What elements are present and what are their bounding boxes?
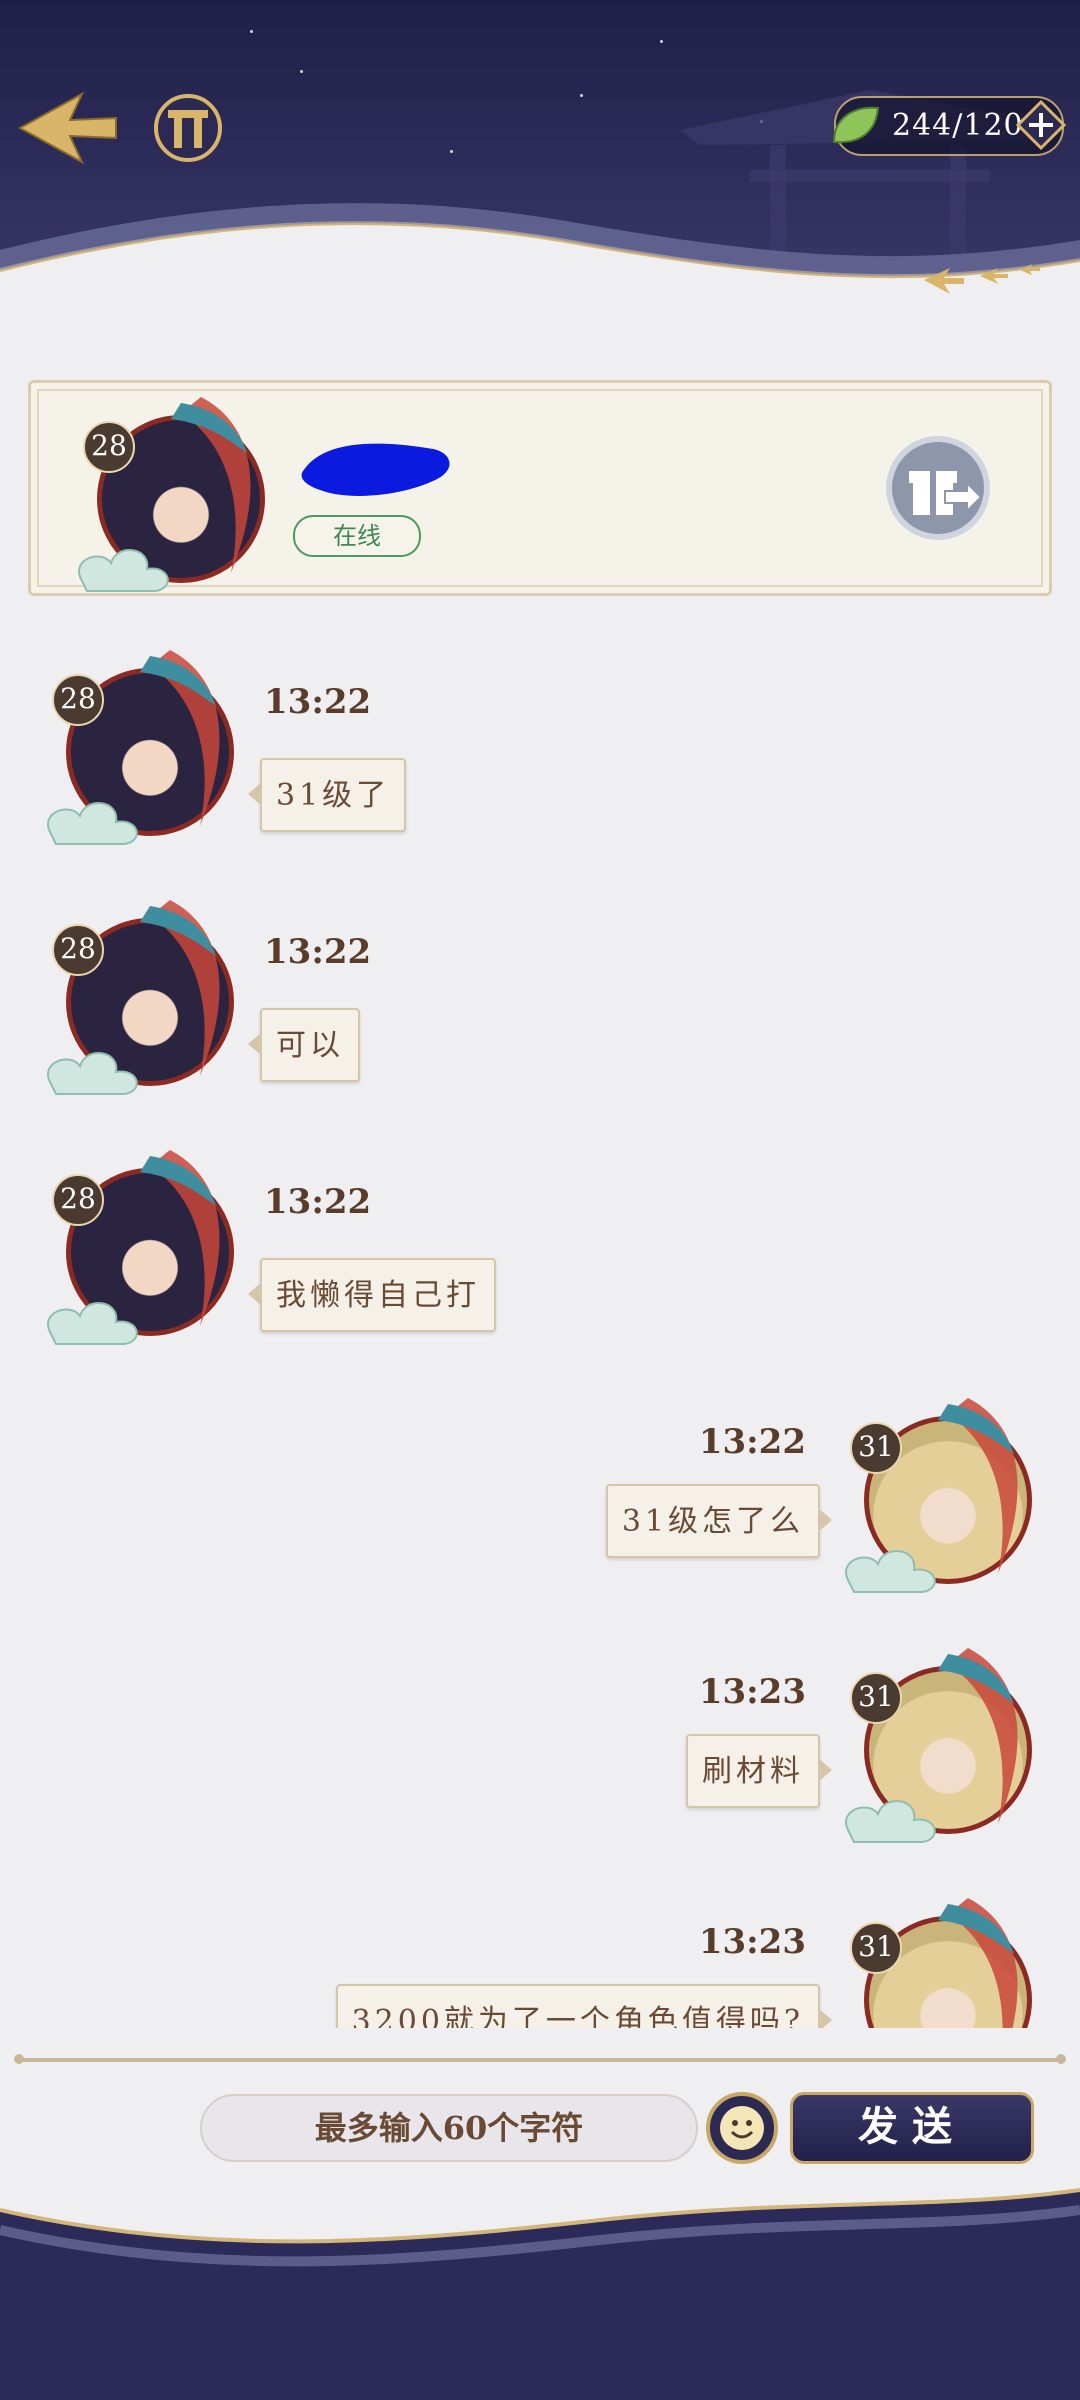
header-wave [0, 203, 1080, 330]
sender-avatar[interactable]: 28 [38, 900, 238, 1102]
top-header: 244/120 [0, 0, 1080, 330]
feather-decoration [938, 1898, 1018, 2028]
level-badge: 28 [52, 674, 104, 726]
cloud-decoration [845, 1550, 936, 1593]
chat-message: 31 13:23 3200就为了一个角色值得吗? [0, 1898, 1080, 2028]
cloud-decoration [47, 1302, 138, 1345]
stamina-value: 244/120 [892, 108, 1024, 143]
redacted-name-scribble [301, 443, 450, 496]
smiley-icon[interactable] [704, 2090, 780, 2166]
friend-profile-card: 28 在线 [28, 380, 1052, 596]
cloud-decoration [47, 802, 138, 845]
back-arrow-icon[interactable] [12, 88, 122, 168]
my-avatar[interactable]: 31 [836, 1648, 1036, 1850]
level-badge: 28 [52, 924, 104, 976]
cloud-decoration [78, 549, 169, 592]
message-bubble[interactable]: 31级了 [247, 758, 407, 832]
chat-message: 28 13:22 可以 [0, 900, 1080, 1102]
gift-send-icon[interactable] [885, 435, 991, 541]
chat-message: 31 13:22 31级怎了么 [0, 1398, 1080, 1600]
sender-avatar[interactable]: 28 [38, 1150, 238, 1352]
message-time: 13:23 [698, 1672, 806, 1712]
home-icon[interactable] [148, 88, 228, 168]
message-bubble[interactable]: 3200就为了一个角色值得吗? [335, 1984, 833, 2028]
message-time: 13:22 [264, 1182, 372, 1222]
level-badge: 31 [850, 1922, 902, 1974]
stamina-counter: 244/120 [832, 96, 1066, 156]
my-avatar[interactable]: 31 [836, 1398, 1036, 1600]
friend-avatar[interactable]: 28 [69, 397, 269, 599]
level-badge: 31 [850, 1672, 902, 1724]
message-time: 13:23 [698, 1922, 806, 1962]
message-bubble[interactable]: 刷材料 [686, 1734, 832, 1808]
bottom-decoration [0, 2188, 1080, 2400]
chat-message: 28 13:22 31级了 [0, 650, 1080, 852]
message-bubble[interactable]: 31级怎了么 [605, 1484, 833, 1558]
chat-message: 31 13:23 刷材料 [0, 1648, 1080, 1850]
message-bubble[interactable]: 可以 [248, 1008, 360, 1082]
sender-avatar[interactable]: 28 [38, 650, 238, 852]
send-button[interactable]: 发送 [790, 2092, 1034, 2164]
composer-divider [14, 2054, 1066, 2064]
message-input[interactable] [200, 2094, 698, 2162]
message-time: 13:22 [264, 932, 372, 972]
message-bubble[interactable]: 我懒得自己打 [248, 1258, 496, 1332]
message-time: 13:22 [264, 682, 372, 722]
message-time: 13:22 [698, 1422, 806, 1462]
chat-message: 28 13:22 我懒得自己打 [0, 1150, 1080, 1352]
cloud-decoration [845, 1800, 936, 1843]
chat-message-list[interactable]: 28 13:22 31级了 28 13:22 可以 28 13:22 我懒得自己… [0, 620, 1080, 2028]
my-avatar[interactable]: 31 [836, 1898, 1036, 2028]
plus-icon[interactable] [1016, 100, 1066, 150]
gold-arrows-decoration [924, 264, 1040, 294]
online-status-badge: 在线 [293, 515, 421, 557]
level-badge: 28 [83, 421, 135, 473]
leaf-icon [832, 106, 880, 144]
level-badge: 31 [850, 1422, 902, 1474]
level-badge: 28 [52, 1174, 104, 1226]
cloud-decoration [47, 1052, 138, 1095]
